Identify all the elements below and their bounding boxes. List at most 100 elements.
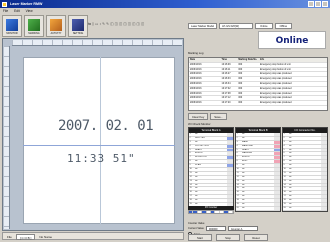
log-row[interactable]: 2006/10/16 10:17:20 000 Emergency stop was … [189, 101, 327, 106]
io-status-indicator [274, 140, 280, 144]
io-signal-label: NC [242, 175, 246, 178]
title-bar: Laser Marker RMW [0, 0, 330, 8]
io-status-indicator [227, 156, 233, 160]
io-signal-label: NC [242, 136, 246, 139]
io-signal-label: NC [289, 195, 293, 198]
io-signal-label: ERROR [242, 156, 250, 159]
menu-edit[interactable]: Edit [14, 8, 20, 14]
io-status-indicator [321, 179, 327, 183]
io-status-indicator [321, 195, 327, 199]
io-status-indicator [227, 164, 233, 168]
io-status-indicator [321, 168, 327, 171]
tab-offline[interactable]: Offline [274, 23, 293, 29]
io-signal-label: NC [195, 199, 199, 202]
activity-icon [50, 19, 62, 31]
io-signal-label: SHUTTER [195, 136, 205, 139]
model-label: Laser Marker Model [188, 23, 218, 29]
io-signal-label: NC [289, 171, 293, 174]
log-cell: 000 [238, 78, 243, 81]
stop-button[interactable]: Stop [216, 234, 240, 241]
close-button[interactable] [322, 1, 328, 7]
io-status-indicator [227, 133, 233, 136]
minimize-button[interactable] [308, 1, 314, 7]
io-row: 20NC [236, 206, 280, 211]
log-cell: Emergency stop button of unit [260, 63, 291, 66]
io-status-indicator [227, 144, 233, 148]
monitor-panel: Marking Log Date Time Marking Data No. I… [188, 51, 328, 241]
status-bar: File [ C O B ] No Name [2, 232, 184, 240]
io-column: Terminal Block A 1 NC 2 SHUTTER 3 NC 4 PROTECTIO… [188, 127, 234, 212]
io-status-indicator [227, 148, 233, 152]
io-title: I/O Check Monitor [188, 122, 211, 126]
io-status-indicator [321, 171, 327, 175]
io-status-indicator [274, 195, 280, 199]
io-status-indicator [227, 152, 233, 156]
io-signal-label: NC [289, 187, 293, 190]
io-status-indicator [274, 171, 280, 175]
log-cell: 2006/10/16 [190, 68, 202, 71]
io-status-indicator [227, 175, 233, 179]
current-value-field[interactable]: 000000 [205, 225, 226, 231]
io-signal-label: NC [289, 183, 293, 186]
io-counter: I/O Counter [188, 206, 234, 214]
io-status-indicator [321, 144, 327, 148]
app-window: Laser Marker RMW File Edit View MONITOR … [0, 0, 330, 242]
menu-file[interactable]: File [3, 8, 8, 14]
date-marking-object[interactable]: 2007. 02. 01 [58, 118, 158, 134]
tab-online[interactable]: Online [255, 23, 273, 29]
model-field[interactable]: LP-GS 026(W) [219, 23, 254, 29]
log-cell: 2006/10/16 [190, 82, 202, 85]
log-cell: Emergency stop button of unit [260, 68, 291, 71]
io-signal-label: ERROR [195, 152, 203, 155]
io-status-indicator [321, 187, 327, 191]
io-signal-label: NC [242, 199, 246, 202]
io-column: Terminal Block B 1 NC 2 NC 3 MARK 4 MARK END 5 REA… [235, 127, 281, 212]
io-signal-label: NC [195, 160, 199, 163]
io-signal-label: NC [289, 164, 293, 167]
log-cell: 10:17:08 [221, 92, 231, 95]
io-status-indicator [274, 148, 280, 152]
reset-button[interactable]: Reset [244, 234, 268, 241]
io-row: 20NC [283, 206, 327, 211]
io-signal-label: NC [289, 148, 293, 151]
io-signal-label: NC [242, 183, 246, 186]
time-marking-object[interactable]: 11:33 51" [67, 152, 167, 165]
log-cell: 2006/10/16 [190, 87, 202, 90]
io-signal-label: NC [289, 191, 293, 194]
io-status-indicator [321, 133, 327, 136]
vertical-ruler [4, 46, 10, 229]
io-signal-label: READY [195, 148, 203, 151]
io-status-indicator [321, 191, 327, 195]
log-title: Marking Log [188, 51, 204, 55]
save-log-button[interactable]: Save... [210, 113, 227, 120]
marking-sheet[interactable] [23, 57, 175, 224]
io-status-indicator [227, 187, 233, 191]
io-status-indicator [227, 171, 233, 175]
io-signal-label: NC [289, 203, 293, 206]
log-cell: 000 [238, 73, 243, 76]
io-signal-label: NC [289, 206, 293, 209]
clear-log-button[interactable]: Clear Key [188, 113, 209, 120]
io-status-indicator [274, 156, 280, 160]
monitor-button[interactable]: MONITOR [2, 15, 22, 37]
log-cell: 10:17:12 [221, 97, 231, 100]
menu-view[interactable]: View [26, 8, 33, 14]
edit-tool-strip[interactable]: ⇆ ▯ ▭ ↕ ✎ ✎ ◫ ◫ ◫ ◫ ◫ ◫ ◫ ◫ [88, 22, 188, 30]
log-cell: 000 [238, 92, 243, 95]
log-cell: Emergency stop was produced [260, 87, 292, 90]
log-cell: 10:16:34 [221, 82, 231, 85]
log-cell: 2006/10/16 [190, 92, 202, 95]
setting-button[interactable]: SETTING [68, 15, 88, 37]
marking-button[interactable]: MARKING [24, 15, 44, 37]
current-value-label: Current Value [188, 226, 204, 230]
start-button[interactable]: Start [188, 234, 212, 241]
activity-button[interactable]: ACTIVITY [46, 15, 66, 37]
io-signal-label: NC [289, 133, 293, 135]
counter-select[interactable]: Counter A [227, 225, 258, 231]
horizontal-ruler [12, 40, 182, 46]
maximize-button[interactable] [315, 1, 321, 7]
io-signal-label: NC [289, 152, 293, 155]
marking-log-table[interactable]: Date Time Marking Data No. Info 2006/10/… [188, 57, 328, 111]
io-status-indicator [274, 160, 280, 164]
io-status-indicator [274, 144, 280, 148]
